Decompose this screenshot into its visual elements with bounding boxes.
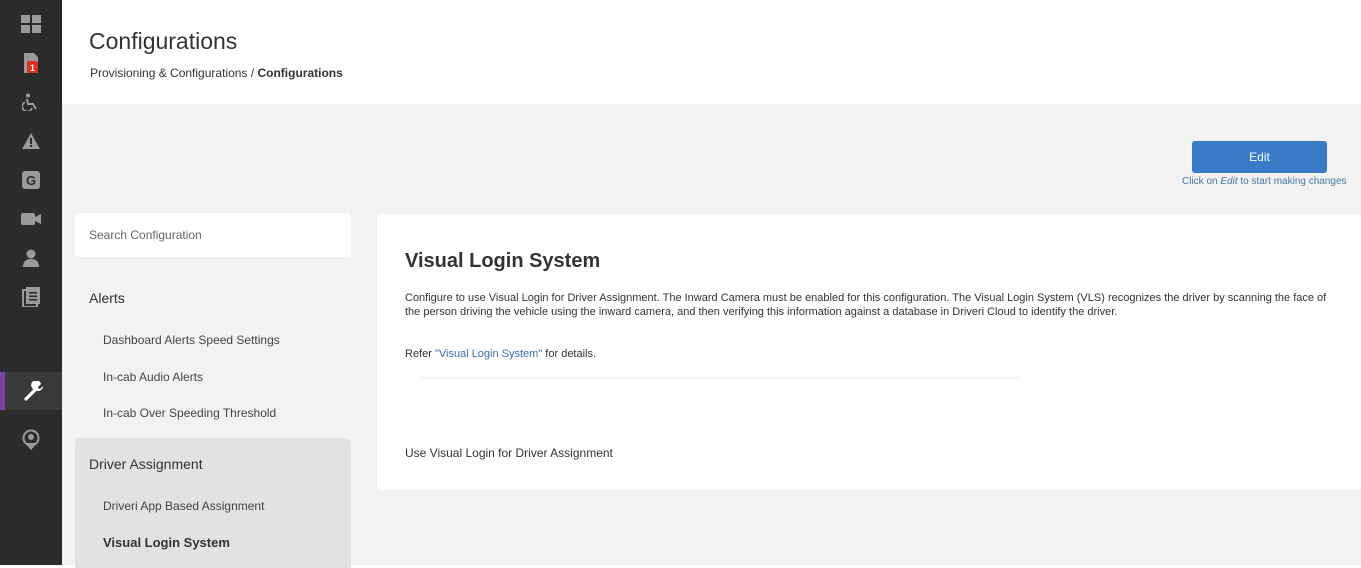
g-icon: G (22, 171, 40, 189)
warning-icon (22, 133, 40, 149)
nav-group-driver-assignment[interactable]: Driver Assignment (89, 456, 203, 472)
nav-group-alerts[interactable]: Alerts (89, 290, 125, 306)
edit-hint: Click on Edit to start making changes (1182, 176, 1347, 187)
edit-hint-suffix: to start making changes (1237, 176, 1347, 187)
breadcrumb-separator: / (250, 66, 255, 80)
rail-item-locations[interactable] (0, 421, 62, 459)
page-header: Configurations Provisioning & Configurat… (62, 0, 1361, 104)
wheelchair-icon (22, 93, 37, 111)
grid-icon (21, 15, 41, 33)
edit-hint-emphasis: Edit (1220, 176, 1238, 187)
nav-item-driveri-app-based-assignment[interactable]: Driveri App Based Assignment (103, 499, 264, 513)
setting-label-use-visual-login: Use Visual Login for Driver Assignment (405, 446, 613, 460)
search-configuration-input[interactable] (75, 213, 351, 257)
nav-item-in-cab-over-speeding-threshold[interactable]: In-cab Over Speeding Threshold (103, 406, 276, 420)
breadcrumb-parent-link[interactable]: Provisioning & Configurations (90, 66, 247, 80)
report-icon (22, 287, 40, 307)
nav-item-dashboard-alerts-speed-settings[interactable]: Dashboard Alerts Speed Settings (103, 333, 280, 347)
divider (420, 377, 1020, 378)
page-title: Configurations (89, 28, 238, 54)
reference-suffix: for details. (542, 348, 597, 360)
rail-item-configurations[interactable] (0, 372, 62, 410)
content-panel: Visual Login System Configure to use Vis… (378, 214, 1361, 490)
document-alert-icon: 1 (24, 53, 38, 73)
nav-item-in-cab-audio-alerts[interactable]: In-cab Audio Alerts (103, 370, 203, 384)
rail-item-geofence[interactable]: G (0, 161, 62, 199)
edit-hint-prefix: Click on (1182, 176, 1221, 187)
rail-item-dashboard[interactable] (0, 5, 62, 43)
wrench-icon (23, 381, 43, 401)
icon-rail: 1 G (0, 0, 62, 565)
reference-prefix: Refer (405, 348, 435, 360)
main-area: Edit Click on Edit to start making chang… (62, 104, 1361, 568)
rail-item-drivers[interactable] (0, 239, 62, 277)
breadcrumb: Provisioning & Configurations / Configur… (90, 66, 343, 80)
alert-count-badge: 1 (30, 63, 35, 73)
section-description: Configure to use Visual Login for Driver… (405, 292, 1327, 318)
g-icon-letter: G (26, 173, 36, 188)
section-title: Visual Login System (405, 250, 601, 272)
rail-item-warnings[interactable] (0, 122, 62, 160)
rail-item-video[interactable] (0, 200, 62, 238)
edit-button[interactable]: Edit (1192, 141, 1327, 173)
rail-item-reports[interactable] (0, 278, 62, 316)
user-icon (23, 249, 39, 267)
visual-login-system-link[interactable]: "Visual Login System" (435, 348, 542, 360)
map-pin-icon (22, 429, 40, 450)
section-reference: Refer "Visual Login System" for details. (405, 348, 596, 360)
rail-item-alerts[interactable]: 1 (0, 44, 62, 82)
rail-item-accessibility[interactable] (0, 83, 62, 121)
camera-icon (21, 213, 41, 225)
breadcrumb-current: Configurations (257, 66, 343, 80)
nav-item-visual-login-system[interactable]: Visual Login System (103, 535, 230, 550)
